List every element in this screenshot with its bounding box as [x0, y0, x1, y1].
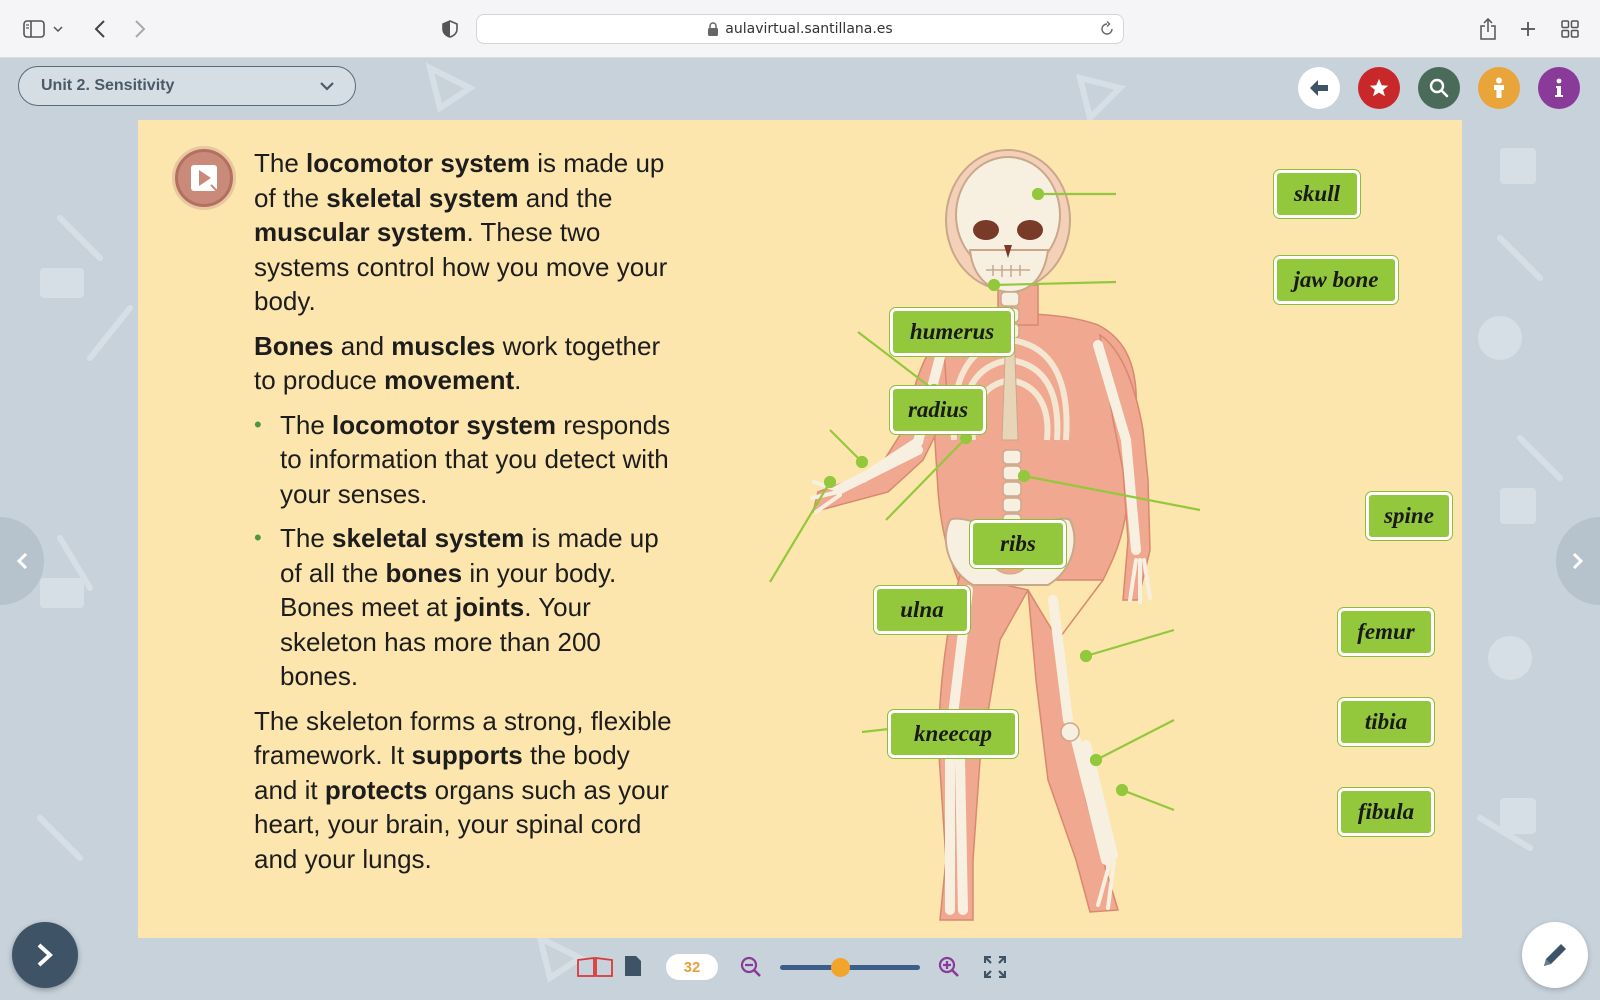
page-number[interactable]: 32: [666, 954, 718, 980]
browser-toolbar: aulavirtual.santillana.es: [0, 0, 1600, 58]
bold-term: muscles: [391, 330, 496, 361]
double-page-view-icon[interactable]: [576, 956, 616, 982]
label-ulna: ulna: [874, 586, 970, 634]
label-tibia: tibia: [1338, 698, 1434, 746]
bold-term: joints: [454, 592, 525, 622]
unit-dropdown[interactable]: Unit 2. Sensitivity: [18, 66, 356, 106]
play-icon: [191, 165, 218, 192]
zoom-slider[interactable]: [780, 958, 920, 977]
text: and the: [518, 182, 613, 213]
person-icon: [1494, 77, 1504, 98]
label-text: skull: [1293, 181, 1341, 206]
bold-term: locomotor system: [306, 148, 530, 178]
bold-term: skeletal system: [332, 523, 525, 553]
pencil-icon: [1544, 944, 1566, 966]
info-button[interactable]: [1538, 67, 1580, 109]
label-text: femur: [1357, 619, 1415, 644]
chevron-right-icon: [37, 943, 53, 967]
viewer-controls: 32: [0, 938, 1600, 1000]
sidebar-icon[interactable]: [20, 15, 48, 43]
bold-term: locomotor system: [332, 409, 556, 440]
unit-dropdown-label: Unit 2. Sensitivity: [41, 77, 175, 94]
bold-term: muscular system: [254, 217, 467, 247]
text: The: [280, 409, 333, 440]
text: The: [280, 523, 333, 553]
bold-term: Bones: [254, 330, 334, 361]
label-kneecap: kneecap: [888, 710, 1018, 758]
lesson-text: The locomotor system is made up of the s…: [254, 146, 674, 886]
zoom-slider-handle[interactable]: [831, 958, 851, 977]
lock-icon: [708, 22, 719, 36]
url-text: aulavirtual.santillana.es: [725, 21, 893, 37]
chevron-right-icon: [1572, 552, 1584, 570]
fullscreen-icon[interactable]: [983, 955, 1007, 982]
bullet-list: The locomotor system responds to informa…: [254, 408, 674, 694]
back-icon[interactable]: [86, 15, 114, 43]
label-jaw-bone: jaw bone: [1274, 256, 1398, 304]
text: .: [514, 365, 522, 395]
chevron-left-icon: [16, 552, 28, 570]
bold-term: movement: [384, 365, 515, 395]
label-radius: radius: [890, 386, 986, 434]
page-number-text: 32: [683, 958, 701, 976]
reload-icon[interactable]: [1099, 21, 1115, 37]
label-ribs: ribs: [970, 520, 1066, 568]
label-text: tibia: [1364, 709, 1408, 734]
arrow-left-icon: [1310, 80, 1328, 96]
tab-overview-icon[interactable]: [1556, 15, 1584, 43]
text: and: [333, 330, 392, 361]
textbook-viewer: Unit 2. Sensitivity The locomotor system…: [0, 58, 1600, 1000]
favorites-button[interactable]: [1358, 67, 1400, 109]
textbook-page: The locomotor system is made up of the s…: [138, 120, 1462, 938]
annotate-button[interactable]: [1522, 922, 1588, 988]
zoom-in-icon[interactable]: [938, 956, 960, 982]
video-resource-button[interactable]: [172, 146, 236, 210]
address-bar[interactable]: aulavirtual.santillana.es: [476, 14, 1124, 44]
share-icon[interactable]: [1474, 15, 1502, 43]
chevron-down-icon: [320, 82, 334, 91]
skeleton-illustration: skull jaw bone humerus radius ribs ulna …: [718, 120, 1462, 938]
label-skull: skull: [1274, 170, 1360, 218]
chevron-down-icon[interactable]: [50, 15, 66, 43]
label-text: kneecap: [914, 721, 992, 746]
shield-icon[interactable]: [436, 15, 464, 43]
info-icon: [1555, 78, 1563, 97]
star-icon: [1369, 78, 1389, 97]
label-femur: femur: [1338, 608, 1434, 656]
menu-toggle-button[interactable]: [12, 922, 78, 988]
text: The: [254, 148, 307, 178]
label-text: spine: [1384, 503, 1434, 528]
label-text: jaw bone: [1293, 267, 1379, 292]
back-button[interactable]: [1298, 67, 1340, 109]
bullet-locomotor: The locomotor system responds to informa…: [254, 408, 674, 512]
paragraph-locomotor: The locomotor system is made up of the s…: [254, 146, 674, 319]
label-spine: spine: [1366, 492, 1452, 540]
label-text: humerus: [909, 319, 995, 344]
zoom-out-icon[interactable]: [740, 956, 762, 982]
paragraph-skeleton: The skeleton forms a strong, flexible fr…: [254, 704, 674, 877]
new-tab-icon[interactable]: [1514, 15, 1542, 43]
forward-icon[interactable]: [126, 15, 154, 43]
label-text: ribs: [1000, 531, 1036, 556]
bullet-skeletal: The skeletal system is made up of all th…: [254, 521, 674, 694]
accessibility-button[interactable]: [1478, 67, 1520, 109]
search-icon: [1429, 78, 1449, 98]
label-text: ulna: [900, 597, 944, 622]
label-text: radius: [907, 397, 969, 422]
label-humerus: humerus: [890, 308, 1014, 356]
label-fibula: fibula: [1338, 788, 1434, 836]
label-text: fibula: [1357, 799, 1415, 824]
single-page-view-icon[interactable]: [624, 955, 642, 981]
paragraph-bones-muscles: Bones and muscles work together to produ…: [254, 329, 674, 398]
bold-term: bones: [385, 557, 463, 588]
bold-term: supports: [411, 740, 523, 770]
bold-term: skeletal system: [326, 182, 519, 213]
bold-term: protects: [324, 774, 428, 805]
search-button[interactable]: [1418, 67, 1460, 109]
